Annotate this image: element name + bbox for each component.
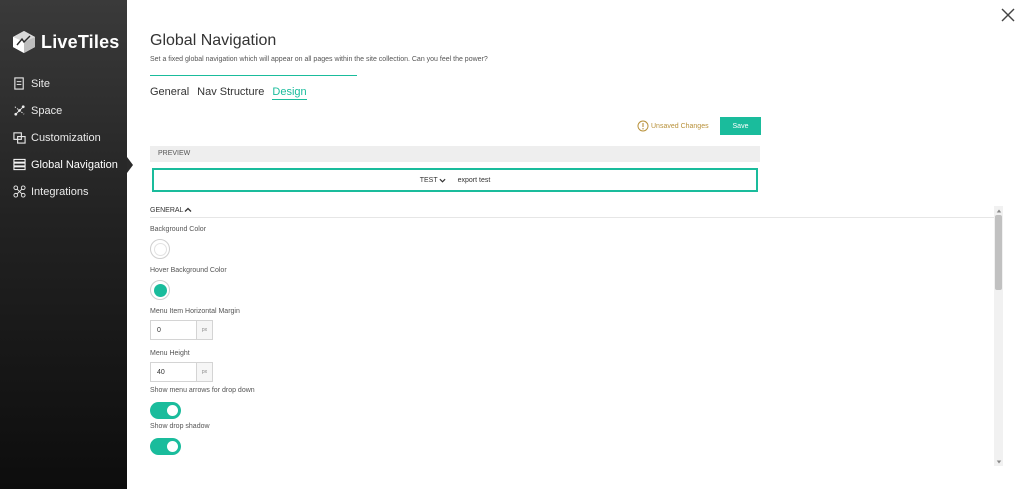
tab-bar: General Nav Structure Design [150, 86, 315, 100]
hover-background-color-label: Hover Background Color [150, 267, 227, 274]
color-swatch-fill [153, 283, 167, 297]
sidebar-item-customization[interactable]: Customization [0, 124, 127, 151]
warning-icon [637, 120, 649, 132]
integrations-icon [12, 185, 26, 199]
show-drop-shadow-toggle[interactable] [150, 438, 181, 455]
background-color-picker[interactable] [150, 239, 170, 259]
list-icon [12, 158, 26, 172]
scrollbar-thumb[interactable] [995, 215, 1002, 290]
preview-nav-item-label: export test [457, 176, 491, 184]
hover-background-color-picker[interactable] [150, 280, 170, 300]
page-title: Global Navigation [150, 32, 277, 49]
close-button[interactable] [1000, 7, 1016, 23]
general-section-title: GENERAL [150, 206, 184, 214]
show-menu-arrows-toggle[interactable] [150, 402, 181, 419]
sidebar-item-label: Customization [31, 131, 101, 144]
show-menu-arrows-label: Show menu arrows for drop down [150, 387, 255, 394]
caret-up-icon [996, 209, 1001, 212]
menu-height-field: px [150, 362, 213, 382]
livetiles-logo[interactable]: LiveTiles [12, 30, 120, 54]
tab-nav-structure[interactable]: Nav Structure [197, 86, 264, 100]
chevron-down-icon [439, 178, 446, 183]
livetiles-logo-icon [13, 31, 35, 53]
title-divider [150, 75, 357, 76]
sidebar-item-label: Integrations [31, 185, 89, 198]
toggle-knob [167, 405, 178, 416]
sidebar-nav: Site Space Customization Global Navigati… [0, 70, 133, 205]
menu-height-label: Menu Height [150, 350, 190, 357]
preview-nav-item[interactable]: export test [458, 177, 491, 184]
sidebar-item-label: Space [31, 104, 63, 117]
caret-down-icon [996, 460, 1001, 463]
toggle-knob [167, 441, 178, 452]
background-color-label: Background Color [150, 226, 207, 233]
scroll-down-arrow[interactable] [994, 457, 1003, 466]
brand-name: LiveTiles [41, 31, 120, 52]
customization-icon [12, 131, 26, 145]
tab-design[interactable]: Design [272, 86, 307, 100]
save-button[interactable]: Save [720, 117, 761, 135]
unit-label: px [196, 363, 212, 381]
unit-label: px [196, 321, 212, 339]
preview-nav-item-label: TEST [419, 176, 438, 184]
chevron-up-icon [185, 207, 192, 212]
sidebar-item-integrations[interactable]: Integrations [0, 178, 127, 205]
show-drop-shadow-label: Show drop shadow [150, 423, 210, 430]
active-indicator [127, 157, 133, 173]
sidebar-item-label: Global Navigation [31, 158, 118, 171]
preview-header: PREVIEW [150, 146, 760, 162]
menu-item-horizontal-margin-input[interactable] [151, 321, 196, 339]
general-section-toggle[interactable]: GENERAL [150, 206, 192, 214]
sidebar: LiveTiles Site Space Customization Globa… [0, 0, 133, 489]
sidebar-item-global-navigation[interactable]: Global Navigation [0, 151, 133, 178]
color-swatch-fill [153, 242, 167, 256]
section-divider [150, 217, 1003, 218]
menu-item-horizontal-margin-field: px [150, 320, 213, 340]
tab-general[interactable]: General [150, 86, 189, 100]
sidebar-item-space[interactable]: Space [0, 97, 127, 124]
menu-height-input[interactable] [151, 363, 196, 381]
close-icon [1001, 8, 1015, 22]
space-icon [12, 104, 26, 118]
page-subtitle: Set a fixed global navigation which will… [150, 56, 488, 63]
navigation-preview: TEST export test [152, 168, 758, 192]
unsaved-changes-indicator: Unsaved Changes [637, 120, 709, 132]
scroll-up-arrow[interactable] [994, 206, 1003, 215]
sidebar-item-site[interactable]: Site [0, 70, 127, 97]
scrollbar[interactable] [994, 206, 1003, 466]
sidebar-item-label: Site [31, 77, 50, 90]
file-icon [12, 77, 26, 91]
unsaved-changes-label: Unsaved Changes [651, 122, 709, 130]
preview-nav-item[interactable]: TEST [420, 177, 446, 184]
menu-item-horizontal-margin-label: Menu Item Horizontal Margin [150, 308, 240, 315]
